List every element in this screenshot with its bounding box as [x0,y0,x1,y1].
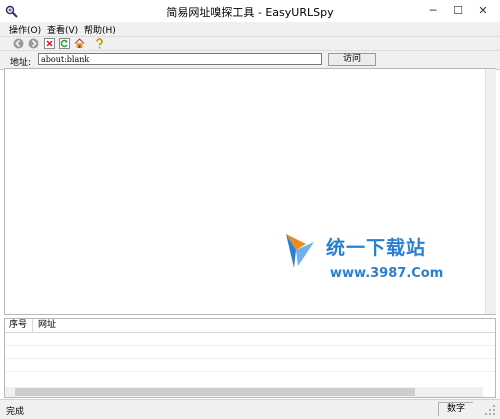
watermark-logo-icon [286,234,314,268]
row-divider [5,371,495,372]
home-icon[interactable] [74,38,85,49]
status-bar: 完成 数字 [0,399,500,419]
refresh-icon[interactable] [59,38,70,49]
stop-icon[interactable] [44,38,55,49]
horizontal-scrollbar[interactable] [5,387,483,397]
column-header-index[interactable]: 序号 [5,319,33,332]
url-list[interactable]: 序号 网址 [4,318,496,398]
column-header-url[interactable]: 网址 [34,319,334,332]
watermark-url: www.3987.Com [330,266,444,281]
row-divider [5,345,495,346]
help-icon[interactable] [94,38,105,49]
back-icon[interactable] [13,38,24,49]
maximize-button[interactable]: ☐ [450,3,466,18]
address-label: 地址: [10,58,32,68]
scrollbar-thumb[interactable] [15,388,415,396]
toolbar [0,36,500,51]
address-bar: 地址: 访问 [0,50,500,70]
menu-view[interactable]: 查看(V) [47,23,78,36]
close-button[interactable]: ✕ [475,3,491,18]
menu-help[interactable]: 帮助(H) [84,23,116,36]
forward-icon[interactable] [28,38,39,49]
title-bar: 简易网址嗅探工具 - EasyURLSpy ─ ☐ ✕ [0,0,500,23]
list-header: 序号 网址 [5,319,495,333]
vertical-scrollbar[interactable] [485,69,496,314]
resize-grip-icon[interactable] [484,404,496,416]
row-divider [5,358,495,359]
address-input[interactable] [38,53,322,65]
watermark-text: 统一下载站 [326,237,427,259]
menu-operate[interactable]: 操作(O) [9,23,41,36]
minimize-button[interactable]: ─ [425,3,441,18]
status-text: 完成 [6,407,25,417]
visit-button[interactable]: 访问 [328,53,376,66]
numlock-indicator: 数字 [438,402,473,416]
menu-bar: 操作(O) 查看(V) 帮助(H) [0,22,500,36]
